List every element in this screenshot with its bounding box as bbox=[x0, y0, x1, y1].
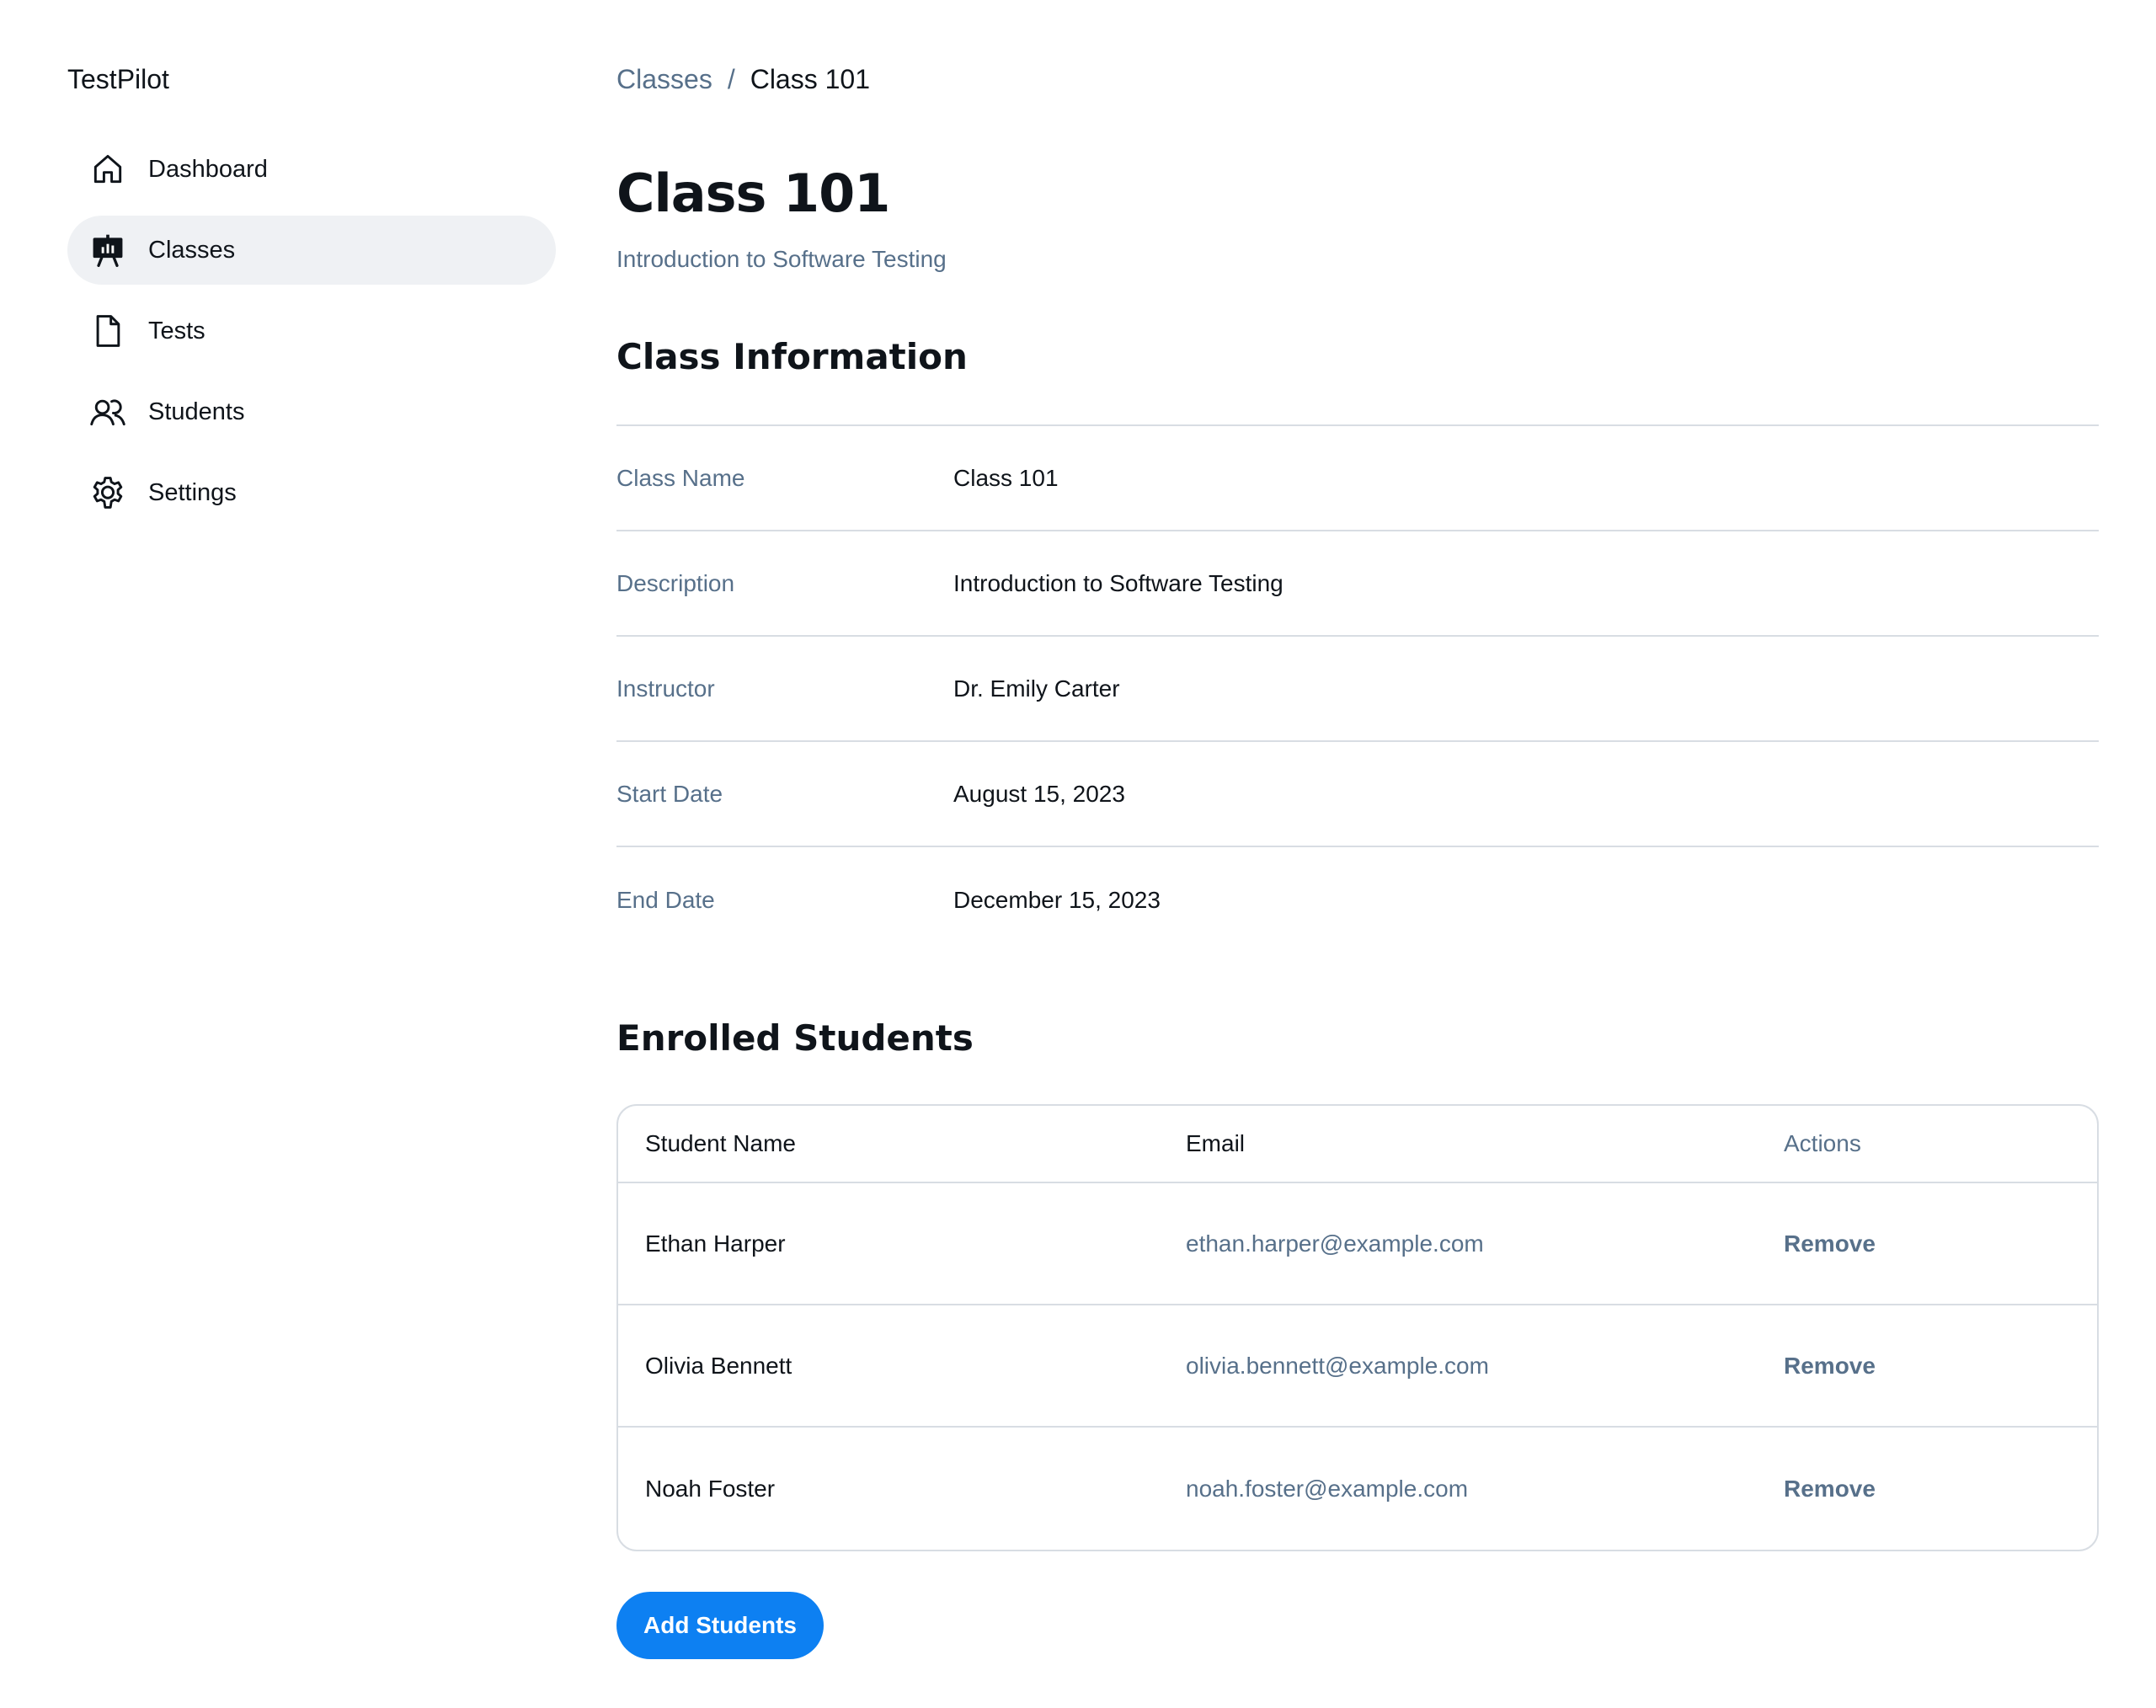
info-label: Class Name bbox=[616, 464, 745, 491]
student-name: Ethan Harper bbox=[645, 1230, 786, 1257]
sidebar-item-classes[interactable]: Classes bbox=[67, 216, 556, 285]
table-row: Olivia Bennett olivia.bennett@example.co… bbox=[618, 1305, 2097, 1428]
breadcrumb-classes-link[interactable]: Classes bbox=[616, 59, 712, 99]
sidebar-item-label: Dashboard bbox=[148, 155, 268, 183]
sidebar-item-label: Tests bbox=[148, 317, 205, 344]
info-value: Introduction to Software Testing bbox=[953, 569, 1283, 596]
remove-student-button[interactable]: Remove bbox=[1784, 1230, 1876, 1257]
enrolled-students-heading: Enrolled Students bbox=[616, 1017, 974, 1059]
info-value: August 15, 2023 bbox=[953, 780, 1125, 807]
breadcrumb: Classes / Class 101 bbox=[616, 59, 2099, 99]
table-row: Noah Foster noah.foster@example.com Remo… bbox=[618, 1428, 2097, 1550]
table-row: Ethan Harper ethan.harper@example.com Re… bbox=[618, 1183, 2097, 1305]
sidebar-item-tests[interactable]: Tests bbox=[67, 296, 556, 366]
info-value: Class 101 bbox=[953, 464, 1059, 491]
student-name: Noah Foster bbox=[645, 1475, 776, 1502]
info-label: Start Date bbox=[616, 780, 723, 807]
main-content: Classes / Class 101 Class 101 Introducti… bbox=[616, 59, 2099, 1659]
users-icon bbox=[89, 393, 126, 430]
student-name: Olivia Bennett bbox=[645, 1352, 792, 1379]
column-header-actions: Actions bbox=[1784, 1130, 1861, 1156]
page-title: Class 101 bbox=[616, 163, 890, 224]
sidebar-item-label: Students bbox=[148, 398, 245, 425]
info-row-start-date: Start Date August 15, 2023 bbox=[616, 742, 2099, 847]
info-label: Instructor bbox=[616, 675, 715, 702]
info-row-class-name: Class Name Class 101 bbox=[616, 426, 2099, 531]
student-email: noah.foster@example.com bbox=[1186, 1475, 1469, 1502]
house-icon bbox=[89, 151, 126, 188]
remove-student-button[interactable]: Remove bbox=[1784, 1476, 1876, 1503]
column-header-email: Email bbox=[1186, 1130, 1246, 1156]
breadcrumb-current: Class 101 bbox=[750, 64, 870, 94]
sidebar-item-dashboard[interactable]: Dashboard bbox=[67, 135, 556, 204]
info-label: End Date bbox=[616, 886, 715, 913]
sidebar-item-label: Settings bbox=[148, 478, 237, 506]
add-students-button[interactable]: Add Students bbox=[616, 1592, 824, 1659]
students-table: Student Name Email Actions Ethan Harper … bbox=[616, 1104, 2099, 1551]
breadcrumb-separator: / bbox=[727, 64, 735, 94]
info-row-end-date: End Date December 15, 2023 bbox=[616, 847, 2099, 953]
student-email: olivia.bennett@example.com bbox=[1186, 1352, 1489, 1379]
sidebar-item-settings[interactable]: Settings bbox=[67, 458, 556, 527]
table-header-row: Student Name Email Actions bbox=[618, 1106, 2097, 1183]
presentation-chart-icon bbox=[89, 232, 126, 269]
info-row-description: Description Introduction to Software Tes… bbox=[616, 531, 2099, 637]
class-info-table: Class Name Class 101 Description Introdu… bbox=[616, 424, 2099, 953]
gear-icon bbox=[89, 474, 126, 511]
info-value: Dr. Emily Carter bbox=[953, 675, 1120, 702]
info-row-instructor: Instructor Dr. Emily Carter bbox=[616, 637, 2099, 742]
column-header-student-name: Student Name bbox=[645, 1130, 796, 1156]
file-icon bbox=[89, 312, 126, 350]
info-label: Description bbox=[616, 569, 735, 596]
sidebar: TestPilot Dashboard Classes Tests Studen… bbox=[67, 59, 556, 539]
remove-student-button[interactable]: Remove bbox=[1784, 1353, 1876, 1380]
app-title: TestPilot bbox=[67, 64, 169, 94]
sidebar-item-students[interactable]: Students bbox=[67, 377, 556, 446]
info-value: December 15, 2023 bbox=[953, 886, 1161, 913]
student-email: ethan.harper@example.com bbox=[1186, 1230, 1484, 1257]
class-information-heading: Class Information bbox=[616, 336, 968, 377]
page-subtitle: Introduction to Software Testing bbox=[616, 246, 947, 272]
sidebar-item-label: Classes bbox=[148, 236, 236, 264]
